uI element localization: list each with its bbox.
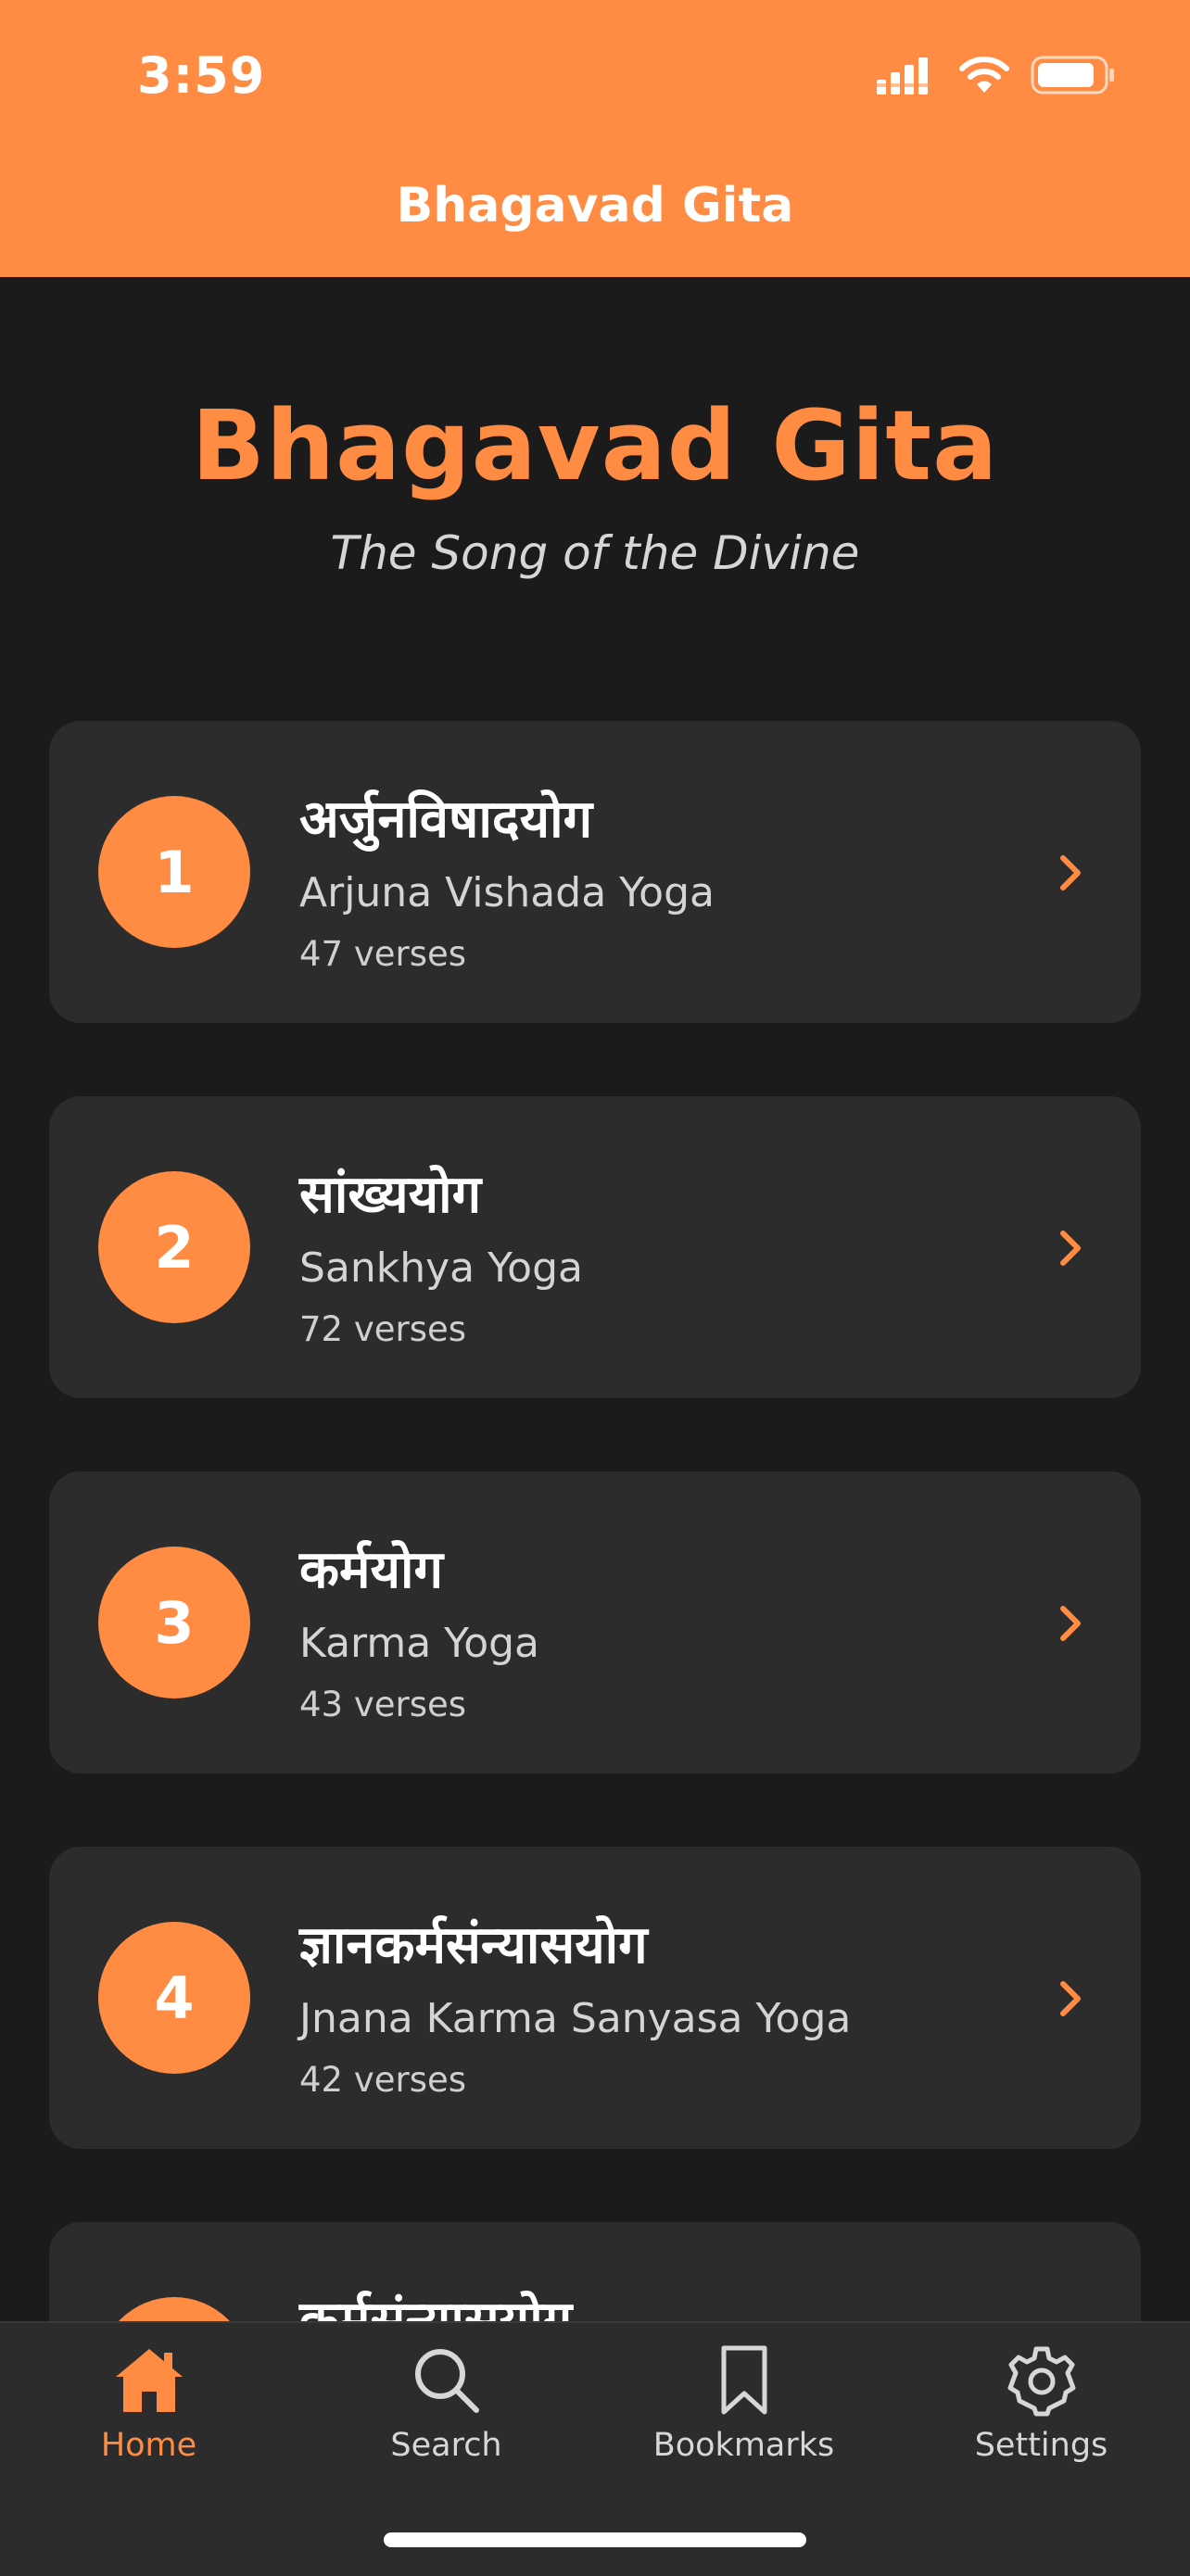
tab-label: Search [390,2427,502,2464]
battery-icon [1031,56,1114,95]
chapter-card-2[interactable]: 2 सांख्ययोग Sankhya Yoga 72 verses [49,1096,1141,1398]
bookmark-icon [705,2342,783,2419]
chevron-right-icon [1060,1231,1081,1266]
chapter-number-badge: 2 [98,1171,250,1323]
chapter-card-4[interactable]: 4 ज्ञानकर्मसंन्यासयोग Jnana Karma Sanyas… [49,1847,1141,2149]
hero-title: Bhagavad Gita [191,389,999,502]
hero-subtitle: The Song of the Divine [330,526,860,580]
chapter-sanskrit-title: कर्मयोग [299,1540,444,1600]
tab-label: Settings [974,2427,1108,2464]
chevron-right-icon [1060,1981,1081,2016]
tab-label: Home [100,2427,197,2464]
chapter-english-title: Arjuna Vishada Yoga [299,869,715,916]
chapter-number-badge: 3 [98,1547,250,1698]
chapter-sanskrit-title: अर्जुनविषादयोग [299,789,593,850]
tab-settings[interactable]: Settings [892,2342,1190,2499]
chapter-card-1[interactable]: 1 अर्जुनविषादयोग Arjuna Vishada Yoga 47 … [49,721,1141,1023]
chapter-verse-count: 47 verses [299,934,467,974]
gear-icon [1003,2342,1081,2419]
chevron-right-icon [1060,1606,1081,1641]
chevron-right-icon [1060,855,1081,890]
chapter-verse-count: 72 verses [299,1309,467,1349]
chapter-card-3[interactable]: 3 कर्मयोग Karma Yoga 43 verses [49,1471,1141,1774]
tab-search[interactable]: Search [298,2342,595,2499]
chapter-sanskrit-title: ज्ञानकर्मसंन्यासयोग [299,1915,648,1976]
tab-home[interactable]: Home [0,2342,298,2499]
header-bar: 3:59 Bhagavad Gita [0,0,1190,277]
chapter-english-title: Sankhya Yoga [299,1244,583,1292]
chapter-english-title: Karma Yoga [299,1620,540,1667]
home-indicator[interactable] [384,2532,806,2547]
search-icon [408,2342,486,2419]
chapter-english-title: Jnana Karma Sanyasa Yoga [299,1995,852,2042]
home-icon [110,2342,188,2419]
chapter-number-badge: 4 [98,1922,250,2074]
chapter-number-badge: 1 [98,796,250,948]
chapter-sanskrit-title: सांख्ययोग [299,1165,482,1225]
wifi-icon [959,57,1009,93]
header-title: Bhagavad Gita [396,178,794,234]
chapter-verse-count: 43 verses [299,1685,467,1724]
status-icons [877,56,1116,95]
cellular-signal-icon [877,57,928,95]
status-time: 3:59 [137,46,266,105]
chapter-verse-count: 42 verses [299,2060,467,2100]
tab-bookmarks[interactable]: Bookmarks [595,2342,892,2499]
tab-label: Bookmarks [652,2427,835,2464]
